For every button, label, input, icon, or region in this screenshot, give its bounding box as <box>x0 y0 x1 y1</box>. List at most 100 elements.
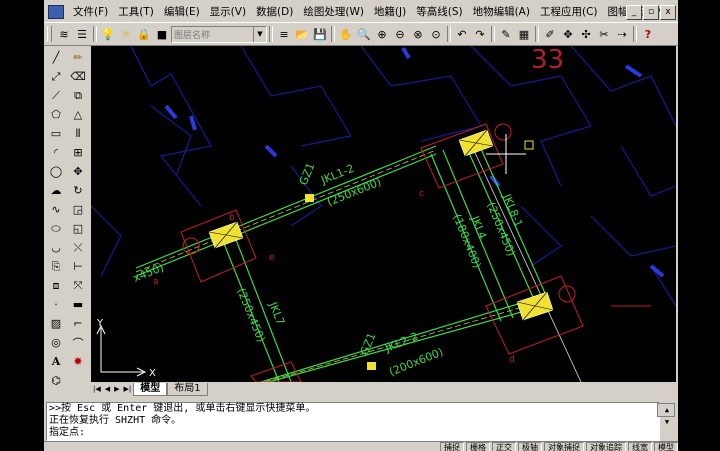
beam-jkl1-2[interactable] <box>135 145 437 277</box>
edit-pencil-icon[interactable]: ✏ <box>67 48 89 67</box>
beam-size-left-edge: x450) <box>131 261 165 285</box>
table-tool-icon[interactable]: ⌬ <box>45 371 67 390</box>
restore-button[interactable]: ▫ <box>643 5 659 20</box>
color-swatch-icon[interactable]: ■ <box>153 25 171 43</box>
ellipse-arc-icon[interactable]: ◡ <box>45 238 67 257</box>
menu-cadastre[interactable]: 地籍(J) <box>369 4 411 20</box>
chamfer-icon[interactable]: ⌐ <box>67 314 89 333</box>
zoom-window-icon[interactable]: ⊕ <box>373 25 391 43</box>
menu-draw[interactable]: 绘图处理(W) <box>298 4 369 20</box>
menu-feature-edit[interactable]: 地物编辑(A) <box>468 4 535 20</box>
fillet-icon[interactable]: ⌒ <box>67 333 89 352</box>
extend-icon[interactable]: ⇢ <box>613 25 631 43</box>
stretch-icon[interactable]: ◱ <box>67 219 89 238</box>
make-block-icon[interactable]: ⧈ <box>45 276 67 295</box>
snap-icon[interactable]: ✣ <box>577 25 595 43</box>
spline-icon[interactable]: ∿ <box>45 200 67 219</box>
hatch-icon[interactable]: ▨ <box>45 314 67 333</box>
zoom-all-icon[interactable]: ⊙ <box>427 25 445 43</box>
scale-icon[interactable]: ◲ <box>67 200 89 219</box>
insert-block-icon[interactable]: ⎘ <box>45 257 67 276</box>
polygon-icon[interactable]: ⬠ <box>45 105 67 124</box>
ucs-y-label: Y <box>96 318 104 329</box>
tab-first-icon[interactable]: |◀ <box>91 385 103 393</box>
ucs-x-label: X <box>149 368 156 379</box>
menu-tools[interactable]: 工具(T) <box>113 4 159 20</box>
command-history-line-1: >>按 Esc 或 Enter 键退出, 或单击右键显示快捷菜单。 <box>49 403 316 414</box>
lines-icon[interactable]: ≡ <box>275 25 293 43</box>
offset-icon[interactable]: ⫴ <box>67 124 89 143</box>
trim-tool-icon[interactable]: ⤬ <box>67 238 89 257</box>
app-icon[interactable] <box>48 5 64 19</box>
circle-icon[interactable]: ◯ <box>45 162 67 181</box>
explode-icon[interactable]: ✸ <box>67 352 89 371</box>
command-prompt[interactable]: 指定点: <box>47 427 659 439</box>
command-window[interactable]: >>按 Esc 或 Enter 键退出, 或单击右键显示快捷菜单。 正在恢复执行… <box>46 402 675 441</box>
gz1-marker-bottom[interactable] <box>367 362 376 370</box>
column-top-right[interactable] <box>458 129 494 157</box>
polyline-icon[interactable]: ⟋ <box>45 86 67 105</box>
menu-edit[interactable]: 编辑(E) <box>159 4 205 20</box>
rectangle-icon[interactable]: ▭ <box>45 124 67 143</box>
redo-icon[interactable]: ↷ <box>471 25 489 43</box>
menu-file[interactable]: 文件(F) <box>68 4 113 20</box>
mirror-icon[interactable]: △ <box>67 105 89 124</box>
lock-icon[interactable]: 🔒 <box>135 25 153 43</box>
tab-model[interactable]: 模型 <box>133 382 168 396</box>
help-icon[interactable]: ? <box>639 25 657 43</box>
extend-tool-icon[interactable]: ⊢ <box>67 257 89 276</box>
ellipse-icon[interactable]: ⬭ <box>45 219 67 238</box>
trim-icon[interactable]: ✂ <box>595 25 613 43</box>
chevron-down-icon[interactable]: ▼ <box>253 26 266 42</box>
region-icon[interactable]: ◎ <box>45 333 67 352</box>
tab-next-icon[interactable]: ▶ <box>112 385 121 393</box>
copy-icon[interactable]: ⧉ <box>67 86 89 105</box>
column-bottom-right[interactable] <box>516 291 554 321</box>
layout-tabs: |◀ ◀ ▶ ▶| 模型 布局1 <box>91 382 676 396</box>
move-tool-icon[interactable]: ✥ <box>67 162 89 181</box>
undo-icon[interactable]: ↶ <box>453 25 471 43</box>
drawing-canvas[interactable]: 33 GZ1 GZ1 JKL1-2 (250x600) JKL8-1 (250x… <box>91 46 676 382</box>
menu-engineering[interactable]: 工程应用(C) <box>535 4 603 20</box>
beam-label-jkl1-2: JKL1-2 <box>318 162 356 187</box>
table-icon[interactable]: ▦ <box>515 25 533 43</box>
layer-dropdown[interactable]: 图层名称 ▼ <box>171 25 267 43</box>
arc-icon[interactable]: ◜ <box>45 143 67 162</box>
grid-mark-33: 33 <box>531 46 564 75</box>
point-icon[interactable]: · <box>45 295 67 314</box>
save-icon[interactable]: 💾 <box>311 25 329 43</box>
pencil-icon[interactable]: ✐ <box>541 25 559 43</box>
close-button[interactable]: x <box>660 5 676 20</box>
tab-last-icon[interactable]: ▶| <box>122 385 134 393</box>
move-icon[interactable]: ✥ <box>559 25 577 43</box>
toolbar-grip[interactable] <box>47 26 52 42</box>
tab-layout1[interactable]: 布局1 <box>167 382 208 396</box>
open-folder-icon[interactable]: 📂 <box>293 25 311 43</box>
break-icon[interactable]: ⤧ <box>67 276 89 295</box>
properties-icon[interactable]: ✎ <box>497 25 515 43</box>
pan-hand-icon[interactable]: ✋ <box>337 25 355 43</box>
tab-prev-icon[interactable]: ◀ <box>103 385 112 393</box>
command-scrollbar[interactable]: ▲ ▼ <box>657 403 675 426</box>
app-window: 文件(F) 工具(T) 编辑(E) 显示(V) 数据(D) 绘图处理(W) 地籍… <box>0 0 720 451</box>
layer-properties-icon[interactable]: ☰ <box>73 25 91 43</box>
menu-contour[interactable]: 等高线(S) <box>411 4 467 20</box>
minimize-button[interactable]: _ <box>626 5 642 20</box>
sun-icon[interactable]: ☼ <box>117 25 135 43</box>
construction-line-icon[interactable]: ⤢ <box>45 67 67 86</box>
menu-view[interactable]: 显示(V) <box>205 4 251 20</box>
gz1-marker-top[interactable] <box>305 194 314 202</box>
zoom-realtime-icon[interactable]: 🔍 <box>355 25 373 43</box>
erase-icon[interactable]: ⌫ <box>67 67 89 86</box>
zoom-extents-icon[interactable]: ⊗ <box>409 25 427 43</box>
break-at-point-icon[interactable]: ▬ <box>67 295 89 314</box>
rotate-icon[interactable]: ↻ <box>67 181 89 200</box>
zoom-previous-icon[interactable]: ⊖ <box>391 25 409 43</box>
revision-cloud-icon[interactable]: ☁ <box>45 181 67 200</box>
line-icon[interactable]: ╱ <box>45 48 67 67</box>
menu-data[interactable]: 数据(D) <box>251 4 298 20</box>
text-icon[interactable]: A <box>45 352 67 371</box>
lightbulb-icon[interactable]: 💡 <box>99 25 117 43</box>
array-icon[interactable]: ⊞ <box>67 143 89 162</box>
layer-manager-icon[interactable]: ≋ <box>55 25 73 43</box>
